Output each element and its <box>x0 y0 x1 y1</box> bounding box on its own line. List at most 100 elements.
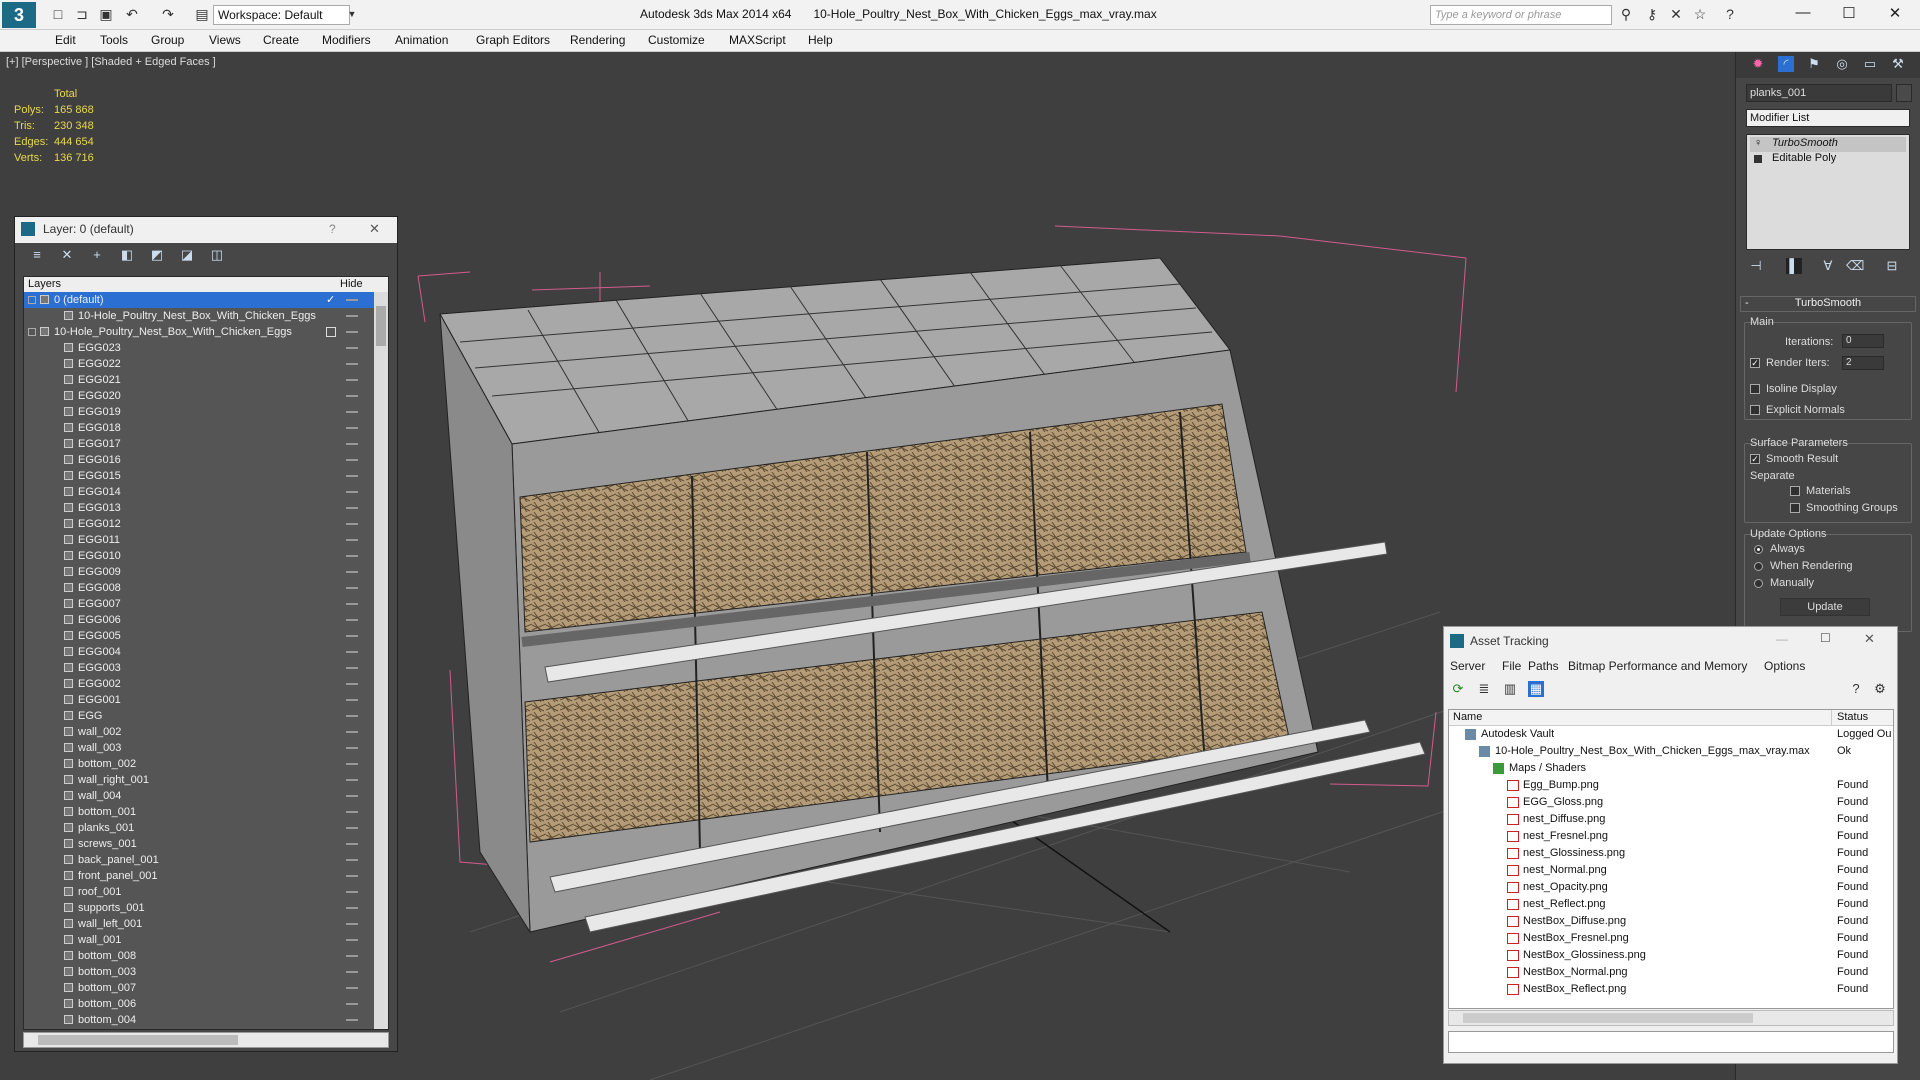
layer-row[interactable]: EGG002 <box>24 676 388 692</box>
refresh-icon[interactable]: ⟳ <box>1450 681 1466 697</box>
menu-graph-editors[interactable]: Graph Editors <box>476 33 550 47</box>
layer-row[interactable]: EGG010 <box>24 548 388 564</box>
maximize-button[interactable]: ☐ <box>1834 4 1864 24</box>
asset-row[interactable]: nest_Reflect.png Found <box>1449 896 1893 913</box>
layer-row[interactable]: screws_001 <box>24 836 388 852</box>
hide-toggle[interactable] <box>346 395 358 397</box>
turbosmooth-rollout-header[interactable]: - TurboSmooth <box>1740 296 1916 312</box>
update-button[interactable]: Update <box>1780 598 1870 616</box>
freeze-all-layers-icon[interactable]: ◫ <box>209 247 225 263</box>
layer-row[interactable]: wall_004 <box>24 788 388 804</box>
asset-row[interactable]: 10-Hole_Poultry_Nest_Box_With_Chicken_Eg… <box>1449 743 1893 760</box>
hide-toggle[interactable] <box>346 987 358 989</box>
layer-row[interactable]: EGG021 <box>24 372 388 388</box>
hide-toggle[interactable] <box>346 523 358 525</box>
asset-row[interactable]: NestBox_Fresnel.png Found <box>1449 930 1893 947</box>
layer-row[interactable]: EGG023 <box>24 340 388 356</box>
layer-row[interactable]: EGG017 <box>24 436 388 452</box>
layer-row[interactable]: 0 (default) ✓ <box>24 292 388 308</box>
asset-close-button[interactable]: ✕ <box>1864 631 1875 647</box>
layer-row[interactable]: EGG011 <box>24 532 388 548</box>
hide-toggle[interactable] <box>346 907 358 909</box>
layer-row[interactable]: wall_003 <box>24 740 388 756</box>
hide-toggle[interactable] <box>346 843 358 845</box>
menu-rendering[interactable]: Rendering <box>570 33 625 47</box>
asset-help-icon[interactable]: ? <box>1848 681 1864 697</box>
layer-row[interactable]: EGG022 <box>24 356 388 372</box>
hide-toggle[interactable] <box>346 555 358 557</box>
hide-toggle[interactable] <box>346 491 358 493</box>
layer-row[interactable]: bottom_002 <box>24 756 388 772</box>
layer-row[interactable]: back_panel_001 <box>24 852 388 868</box>
stack-item-turbosmooth[interactable]: ♀ TurboSmooth <box>1750 137 1906 152</box>
project-folder-icon[interactable]: ▤ <box>194 6 210 22</box>
hide-toggle[interactable] <box>346 699 358 701</box>
asset-row[interactable]: nest_Diffuse.png Found <box>1449 811 1893 828</box>
materials-checkbox[interactable] <box>1790 486 1800 496</box>
hide-toggle[interactable] <box>346 507 358 509</box>
layer-row[interactable]: bottom_007 <box>24 980 388 996</box>
undo-icon[interactable]: ↶ <box>124 6 140 22</box>
select-objects-icon[interactable]: ◧ <box>119 247 135 263</box>
layer-row[interactable]: EGG005 <box>24 628 388 644</box>
asset-hscroll-thumb[interactable] <box>1463 1013 1753 1023</box>
asset-menu-paths[interactable]: Paths <box>1528 659 1559 673</box>
asset-row[interactable]: EGG_Gloss.png Found <box>1449 794 1893 811</box>
layer-row[interactable]: bottom_008 <box>24 948 388 964</box>
menu-modifiers[interactable]: Modifiers <box>322 33 371 47</box>
hide-toggle[interactable] <box>346 811 358 813</box>
layer-row[interactable]: supports_001 <box>24 900 388 916</box>
delete-layer-icon[interactable]: ✕ <box>59 247 75 263</box>
menu-tools[interactable]: Tools <box>100 33 128 47</box>
menu-group[interactable]: Group <box>151 33 184 47</box>
hide-toggle[interactable] <box>346 891 358 893</box>
asset-menu-options[interactable]: Options <box>1764 659 1805 673</box>
layer-row[interactable]: EGG007 <box>24 596 388 612</box>
hide-toggle[interactable] <box>346 875 358 877</box>
always-radio[interactable] <box>1754 545 1763 554</box>
layer-row[interactable]: front_panel_001 <box>24 868 388 884</box>
hide-toggle[interactable] <box>346 427 358 429</box>
highlight-layer-icon[interactable]: ◩ <box>149 247 165 263</box>
smooth-result-checkbox[interactable]: ✓ <box>1750 454 1760 464</box>
menu-help[interactable]: Help <box>808 33 833 47</box>
menu-animation[interactable]: Animation <box>395 33 448 47</box>
layer-row[interactable]: 10-Hole_Poultry_Nest_Box_With_Chicken_Eg… <box>24 308 388 324</box>
favorites-star-icon[interactable]: ☆ <box>1692 6 1708 22</box>
hide-toggle[interactable] <box>346 379 358 381</box>
asset-row[interactable]: Egg_Bump.png Found <box>1449 777 1893 794</box>
subscription-icon[interactable]: ⚷ <box>1644 6 1660 22</box>
tree-view-icon[interactable]: ▥ <box>1502 681 1518 697</box>
asset-row[interactable]: NestBox_Normal.png Found <box>1449 964 1893 981</box>
lightbulb-icon[interactable]: ♀ <box>1754 137 1762 149</box>
layer-hscroll-thumb[interactable] <box>38 1035 238 1045</box>
hide-toggle[interactable] <box>346 331 358 333</box>
communication-icon[interactable]: ✕ <box>1668 6 1684 22</box>
expand-icon[interactable] <box>1754 155 1762 163</box>
layer-close-button[interactable]: ✕ <box>369 221 380 237</box>
set-current-layer-icon[interactable] <box>326 327 336 337</box>
create-tab-icon[interactable]: ✹ <box>1750 56 1766 72</box>
layer-row[interactable]: bottom_001 <box>24 804 388 820</box>
hide-toggle[interactable] <box>346 587 358 589</box>
layer-scroll-thumb[interactable] <box>376 306 386 346</box>
menu-maxscript[interactable]: MAXScript <box>729 33 786 47</box>
hide-toggle[interactable] <box>346 923 358 925</box>
asset-settings-icon[interactable]: ⚙ <box>1872 681 1888 697</box>
asset-row[interactable]: nest_Fresnel.png Found <box>1449 828 1893 845</box>
asset-row[interactable]: nest_Glossiness.png Found <box>1449 845 1893 862</box>
col-layers[interactable]: Layers <box>28 278 61 290</box>
add-to-layer-icon[interactable]: + <box>89 247 105 263</box>
render-iters-checkbox[interactable]: ✓ <box>1750 358 1760 368</box>
smoothing-groups-checkbox[interactable] <box>1790 503 1800 513</box>
hide-toggle[interactable] <box>346 635 358 637</box>
new-layer-icon[interactable]: ≡ <box>29 247 45 263</box>
display-tab-icon[interactable]: ▭ <box>1862 56 1878 72</box>
layer-row[interactable]: 10-Hole_Poultry_Nest_Box_With_Chicken_Eg… <box>24 324 388 340</box>
hide-toggle[interactable] <box>346 475 358 477</box>
close-button[interactable]: ✕ <box>1880 4 1910 24</box>
hide-toggle[interactable] <box>346 955 358 957</box>
col-hide[interactable]: Hide <box>340 278 363 290</box>
layer-row[interactable]: EGG013 <box>24 500 388 516</box>
render-iters-spinner[interactable]: 2 <box>1842 356 1884 370</box>
